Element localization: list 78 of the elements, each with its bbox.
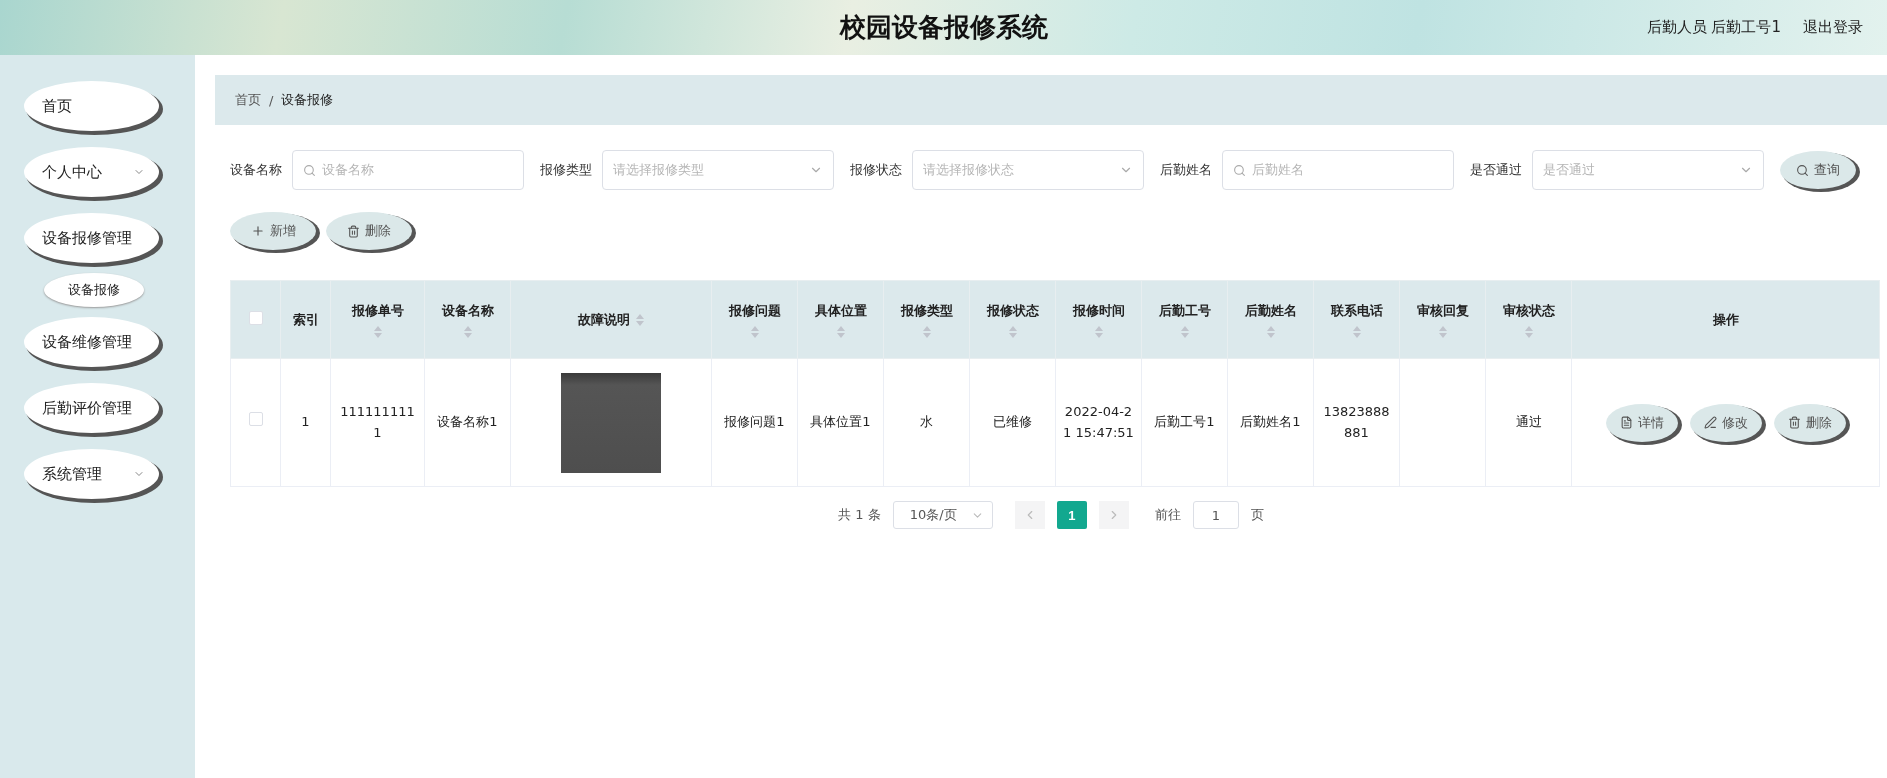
goto-label: 前往 (1154, 506, 1181, 524)
table-cell: 1 (280, 358, 331, 487)
column-header: 操作 (1571, 280, 1880, 359)
filter-label: 设备名称 (230, 161, 282, 179)
sort-icon[interactable] (1180, 325, 1189, 338)
filter-label: 后勤姓名 (1160, 161, 1212, 179)
total-count: 共 1 条 (838, 506, 881, 524)
breadcrumb-item: 设备报修 (281, 91, 334, 109)
table-cell: 1111111111 (330, 358, 425, 487)
trash-icon (347, 224, 360, 238)
delete-button[interactable]: 删除 (326, 212, 412, 250)
sort-icon[interactable] (1094, 325, 1103, 338)
table-cell: 设备名称1 (424, 358, 511, 487)
document-icon (1619, 416, 1633, 429)
detail-button[interactable]: 详情 (1605, 403, 1678, 442)
search-icon (1796, 163, 1809, 177)
filter-label: 报修类型 (540, 161, 592, 179)
column-header: 报修问题 (711, 280, 798, 359)
page-input[interactable]: 1 (1192, 501, 1239, 529)
app-title: 校园设备报修系统 (839, 11, 1048, 44)
sort-icon[interactable] (922, 325, 931, 338)
checkbox[interactable] (248, 311, 263, 325)
plus-icon (250, 224, 265, 238)
submenu-item[interactable]: 设备报修 (44, 273, 144, 307)
table-cell: 具体位置1 (797, 358, 884, 487)
table-cell: 水 (883, 358, 970, 487)
page-suffix: 页 (1250, 506, 1264, 524)
column-header: 审核回复 (1399, 280, 1486, 359)
column-header: 后勤姓名 (1227, 280, 1314, 359)
sort-icon[interactable] (373, 325, 382, 338)
column-header: 报修时间 (1055, 280, 1142, 359)
sort-icon[interactable] (636, 313, 644, 326)
breadcrumb-separator: / (269, 92, 274, 108)
placeholder-text: 后勤姓名 (1252, 161, 1305, 179)
delete-button[interactable]: 删除 (1773, 403, 1846, 442)
column-header: 报修状态 (969, 280, 1056, 359)
add-button[interactable]: 新增 (230, 212, 316, 250)
sort-icon[interactable] (1008, 325, 1017, 338)
column-header: 报修类型 (883, 280, 970, 359)
column-header: 故障说明 (510, 280, 712, 359)
placeholder-text: 是否通过 (1543, 161, 1596, 179)
placeholder-text: 请选择报修状态 (923, 161, 1015, 179)
sort-icon[interactable] (1438, 325, 1447, 338)
sort-icon[interactable] (750, 325, 759, 338)
table-cell: 已维修 (969, 358, 1056, 487)
table-cell: 后勤工号1 (1141, 358, 1228, 487)
pen-icon (1703, 416, 1717, 429)
checkbox[interactable] (248, 412, 263, 427)
column-header: 后勤工号 (1141, 280, 1228, 359)
filter-label: 是否通过 (1470, 161, 1522, 179)
trash-icon (1787, 416, 1801, 429)
table-cell: 报修问题1 (711, 358, 798, 487)
column-header: 具体位置 (797, 280, 884, 359)
search-icon (1233, 163, 1246, 177)
search-icon (303, 163, 316, 177)
table-cell: 2022-04-21 15:47:51 (1055, 358, 1142, 487)
sort-icon[interactable] (1352, 325, 1361, 338)
sort-icon[interactable] (1266, 325, 1275, 338)
column-header: 审核状态 (1485, 280, 1572, 359)
table-cell: 后勤姓名1 (1227, 358, 1314, 487)
edit-button[interactable]: 修改 (1689, 403, 1762, 442)
sort-icon[interactable] (836, 325, 845, 338)
column-header: 设备名称 (424, 280, 511, 359)
placeholder-text: 请选择报修类型 (613, 161, 705, 179)
column-header: 索引 (280, 280, 331, 359)
column-header: 报修单号 (330, 280, 425, 359)
sort-icon[interactable] (1524, 325, 1533, 338)
logout-link[interactable]: 退出登录 (1803, 18, 1863, 37)
user-info: 后勤人员 后勤工号1 (1646, 18, 1781, 37)
placeholder-text: 设备名称 (322, 161, 375, 179)
column-header: 联系电话 (1313, 280, 1400, 359)
breadcrumb-item[interactable]: 首页 (235, 91, 261, 109)
filter-label: 报修状态 (850, 161, 902, 179)
sort-icon[interactable] (463, 325, 472, 338)
table-cell: 通过 (1485, 358, 1572, 487)
search-button[interactable]: 查询 (1780, 151, 1856, 189)
page-size-select[interactable]: 10条/页 (892, 501, 993, 529)
table-cell: 13823888881 (1313, 358, 1400, 487)
